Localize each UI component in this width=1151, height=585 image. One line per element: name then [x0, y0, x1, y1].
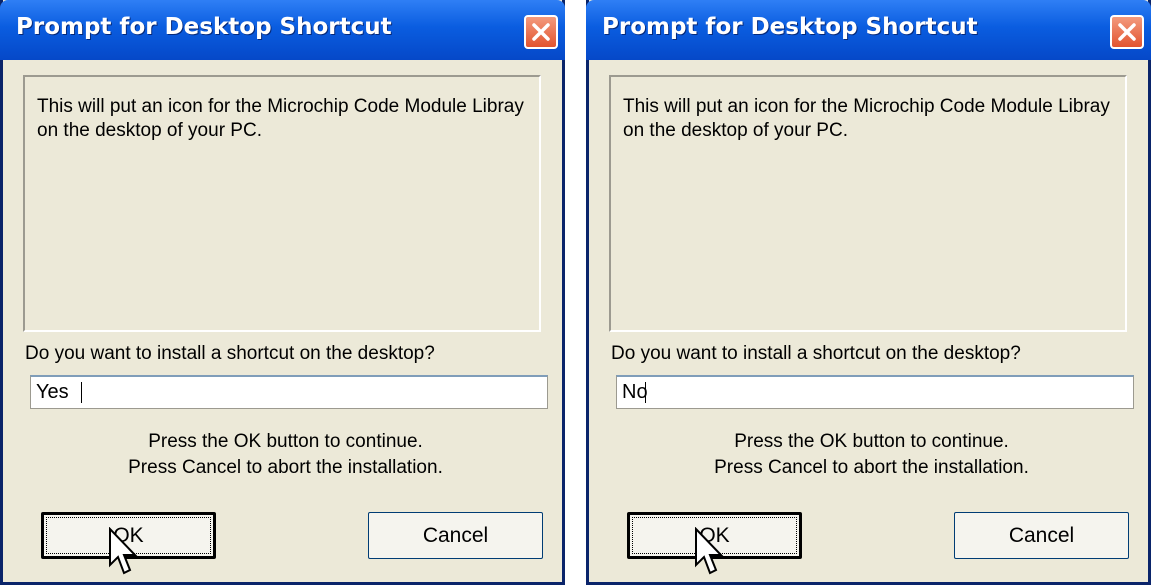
message-panel: This will put an icon for the Microchip …	[609, 75, 1127, 332]
instruction-continue: Press the OK button to continue.	[148, 431, 423, 452]
close-button[interactable]	[1110, 15, 1144, 49]
title-bar[interactable]: Prompt for Desktop Shortcut	[0, 0, 565, 60]
answer-input[interactable]	[30, 375, 548, 409]
instruction-abort: Press Cancel to abort the installation.	[128, 457, 443, 478]
question-label: Do you want to install a shortcut on the…	[611, 343, 1021, 364]
dialog-title: Prompt for Desktop Shortcut	[602, 14, 978, 40]
mouse-pointer-icon	[109, 527, 138, 575]
shortcut-prompt-dialog-no: Prompt for Desktop Shortcut This will pu…	[586, 0, 1151, 585]
text-caret	[645, 382, 646, 403]
close-button[interactable]	[524, 15, 558, 49]
message-text: This will put an icon for the Microchip …	[37, 96, 524, 141]
instruction-continue: Press the OK button to continue.	[734, 431, 1009, 452]
cancel-button[interactable]: Cancel	[954, 512, 1129, 559]
mouse-pointer-icon	[695, 527, 724, 575]
dialog-title: Prompt for Desktop Shortcut	[16, 14, 392, 40]
message-panel: This will put an icon for the Microchip …	[23, 75, 541, 332]
message-text: This will put an icon for the Microchip …	[623, 96, 1110, 141]
shortcut-prompt-dialog-yes: Prompt for Desktop Shortcut This will pu…	[0, 0, 565, 585]
text-caret	[81, 382, 82, 403]
answer-input[interactable]	[616, 375, 1134, 409]
question-label: Do you want to install a shortcut on the…	[25, 343, 435, 364]
cancel-button[interactable]: Cancel	[368, 512, 543, 559]
close-x-icon	[532, 23, 550, 41]
instruction-abort: Press Cancel to abort the installation.	[714, 457, 1029, 478]
title-bar[interactable]: Prompt for Desktop Shortcut	[586, 0, 1151, 60]
close-x-icon	[1118, 23, 1136, 41]
